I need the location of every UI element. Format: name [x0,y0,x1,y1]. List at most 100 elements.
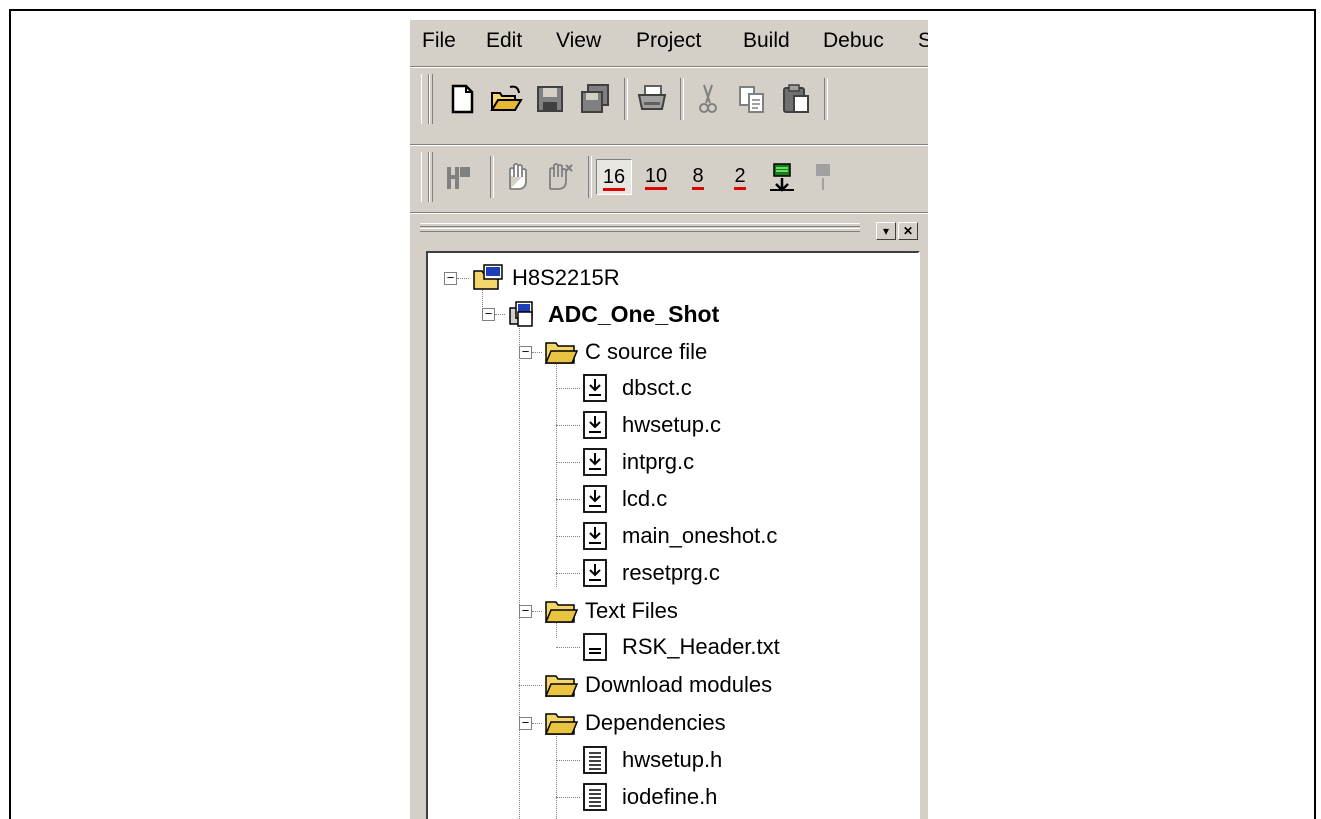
tree-line [556,425,580,426]
menu-file[interactable]: File [422,29,456,53]
menu-divider [410,66,928,68]
tree-line [556,499,580,500]
tree-line [519,685,542,686]
toolbar-separator [624,78,628,120]
project-icon [509,301,533,327]
toolbar-grip-inner [429,74,433,124]
tree-line [532,352,542,353]
save-all-icon[interactable] [576,81,612,117]
file-label: iodefine.h [622,784,718,809]
header-file-icon [583,783,607,811]
tree-line [457,278,469,279]
tree-node-file-iodefine-h[interactable]: iodefine.h [556,782,856,812]
tree-node-folder-dependencies[interactable]: − Dependencies [519,708,839,738]
download-module-icon[interactable] [806,159,842,195]
radix-bin-icon[interactable]: 2 [722,159,758,195]
folder-open-icon [544,601,578,623]
print-icon[interactable] [634,81,670,117]
file-label: resetprg.c [622,560,720,585]
halt-hand-icon[interactable] [500,159,536,195]
tree-node-project[interactable]: − ADC_One_Shot [482,299,822,329]
collapse-icon[interactable]: − [482,307,495,321]
tree-node-folder-download-modules[interactable]: Download modules [519,670,859,700]
radix-bin-label: 2 [734,165,746,190]
download-icon[interactable] [764,159,800,195]
tree-line [556,647,580,648]
radix-dec-label: 10 [644,165,668,190]
panel-right-edge [920,248,928,819]
tree-node-file-intprg[interactable]: intprg.c [556,447,856,477]
menu-build[interactable]: Build [743,29,790,53]
radix-dec-icon[interactable]: 10 [638,159,674,195]
toolbar-separator [824,78,828,120]
save-icon[interactable] [532,81,568,117]
file-label: intprg.c [622,449,695,474]
copy-icon[interactable] [734,81,770,117]
folder-open-icon [544,675,578,697]
workspace-icon [473,264,503,290]
tree-node-workspace[interactable]: − H8S2215R [444,263,744,293]
paste-icon[interactable] [778,81,814,117]
tree-line [556,797,580,798]
break-hand-icon[interactable] [542,159,578,195]
panel-close-button[interactable]: ✕ [898,222,918,240]
tree-line [556,573,580,574]
folder-label: Download modules [585,672,773,697]
panel-dropdown-button[interactable]: ▾ [876,222,896,240]
workspace-label: H8S2215R [512,265,620,290]
tree-line [532,723,542,724]
open-folder-icon[interactable] [488,81,524,117]
toolbar-grip-inner [429,152,433,202]
tree-node-file-lcd[interactable]: lcd.c [556,484,856,514]
folder-label: Dependencies [585,710,726,735]
menu-debug[interactable]: Debuc [823,29,884,53]
project-tree: − H8S2215R − ADC_One_Shot − C source fil… [426,251,920,819]
titlebar-grip-line [420,223,860,227]
run-reset-icon[interactable] [442,159,478,195]
collapse-icon[interactable]: − [519,716,532,730]
collapse-icon[interactable]: − [519,345,532,359]
tree-node-folder-c-source[interactable]: − C source file [519,337,839,367]
toolbar-grip[interactable] [421,152,429,202]
radix-hex-icon[interactable]: 16 [596,159,632,195]
toolbar-grip[interactable] [421,74,429,124]
toolbar-divider [410,212,928,214]
file-label: lcd.c [622,486,668,511]
new-file-icon[interactable] [444,81,480,117]
collapse-icon[interactable]: − [519,604,532,618]
workspace-panel-titlebar[interactable]: ▾ ✕ [420,219,928,245]
toolbar-divider [410,144,928,146]
cut-icon[interactable] [690,81,726,117]
tree-node-file-hwsetup[interactable]: hwsetup.c [556,410,856,440]
menu-bar: File Edit View Project Build Debuc S [410,20,928,66]
tree-node-file-hwsetup-h[interactable]: hwsetup.h [556,745,856,775]
tree-line [556,760,580,761]
tree-node-folder-text-files[interactable]: − Text Files [519,596,839,626]
project-label: ADC_One_Shot [548,301,720,327]
tree-line [532,611,542,612]
tree-node-file-resetprg[interactable]: resetprg.c [556,558,856,588]
radix-oct-icon[interactable]: 8 [680,159,716,195]
radix-oct-label: 8 [692,165,704,190]
tree-line [556,462,580,463]
menu-view[interactable]: View [556,29,601,53]
tree-node-file-main-oneshot[interactable]: main_oneshot.c [556,521,876,551]
file-label: RSK_Header.txt [622,634,780,659]
tree-node-file-rsk-header[interactable]: RSK_Header.txt [556,632,876,662]
titlebar-grip-line [420,228,860,232]
folder-label: C source file [585,339,708,364]
collapse-icon[interactable]: − [444,271,457,285]
toolbar-separator [680,78,684,120]
text-file-icon [583,633,607,661]
ide-window: File Edit View Project Build Debuc S 16 … [410,20,928,819]
toolbar-separator [588,156,592,198]
tree-node-file-dbsct[interactable]: dbsct.c [556,373,856,403]
source-file-icon [583,485,607,513]
menu-project[interactable]: Project [636,29,701,53]
header-file-icon [583,746,607,774]
menu-edit[interactable]: Edit [486,29,522,53]
menu-setup[interactable]: S [918,29,928,53]
folder-open-icon [544,713,578,735]
source-file-icon [583,559,607,587]
source-file-icon [583,522,607,550]
